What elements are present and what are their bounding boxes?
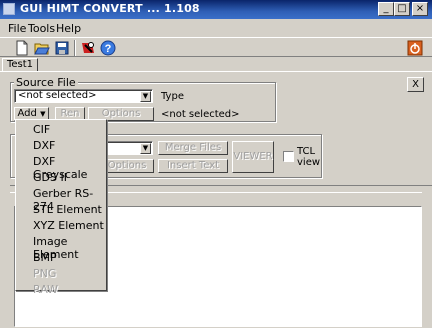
- menu-item-dxf[interactable]: DXF: [33, 139, 55, 152]
- menu-item-bmp[interactable]: BMP: [33, 251, 57, 264]
- type-value: <not selected>: [161, 109, 240, 120]
- type-label: Type: [161, 91, 184, 102]
- menu-item-raw: RAW: [33, 283, 58, 296]
- menu-item-stl-element[interactable]: STL Element: [33, 203, 102, 216]
- menu-item-png: PNG: [33, 267, 57, 280]
- toolbar-separator: [74, 40, 76, 56]
- source-file-combo[interactable]: <not selected> ▼: [14, 89, 153, 103]
- tcl-view-label: TCL view: [297, 146, 320, 168]
- panel-close-button[interactable]: X: [407, 77, 424, 92]
- menu-item-xyz-element[interactable]: XYZ Element: [33, 219, 104, 232]
- target-combo[interactable]: ▼: [100, 141, 153, 155]
- menu-file[interactable]: File: [8, 22, 26, 35]
- new-file-icon[interactable]: [14, 40, 30, 56]
- toolbar: ?: [0, 37, 432, 57]
- source-file-label: Source File: [14, 76, 78, 89]
- add-button-label: Add: [17, 108, 37, 119]
- merge-files-button[interactable]: Merge Files: [158, 141, 228, 155]
- maximize-button[interactable]: □: [394, 2, 410, 16]
- tcl-view-checkbox[interactable]: [283, 151, 294, 162]
- chevron-down-icon: ▼: [40, 110, 46, 118]
- close-button[interactable]: ×: [412, 2, 428, 16]
- menu-bar: File Tools Help: [0, 19, 432, 37]
- menu-item-gds-ii[interactable]: GDS II: [33, 171, 67, 184]
- menu-help[interactable]: Help: [56, 22, 81, 35]
- viewer-button[interactable]: VIEWER: [232, 141, 274, 173]
- menu-tools[interactable]: Tools: [28, 22, 55, 35]
- chevron-down-icon[interactable]: ▼: [140, 91, 151, 102]
- insert-text-button[interactable]: Insert Text: [158, 159, 228, 173]
- save-disk-icon[interactable]: [54, 40, 70, 56]
- help-icon[interactable]: ?: [100, 40, 116, 56]
- chevron-down-icon[interactable]: ▼: [140, 143, 151, 154]
- minimize-button[interactable]: _: [378, 2, 394, 16]
- tcl-label: TCL: [297, 146, 316, 157]
- tool-run-icon[interactable]: [80, 40, 96, 56]
- title-bar: GUI HIMT CONVERT ... 1.108 _ □ ×: [0, 0, 432, 19]
- window-title: GUI HIMT CONVERT ... 1.108: [20, 2, 200, 15]
- power-exit-icon[interactable]: [407, 40, 423, 56]
- menu-item-cif[interactable]: CIF: [33, 123, 50, 136]
- open-folder-icon[interactable]: [34, 40, 50, 56]
- add-format-menu: CIF DXF DXF Greyscale GDS II Gerber RS-2…: [15, 119, 107, 296]
- app-icon: [3, 3, 15, 15]
- svg-text:?: ?: [105, 43, 112, 55]
- target-options-button[interactable]: Options: [100, 159, 154, 173]
- source-file-combo-value: <not selected>: [18, 90, 97, 101]
- view-label: view: [297, 157, 321, 168]
- tab-test1[interactable]: Test1: [2, 58, 38, 72]
